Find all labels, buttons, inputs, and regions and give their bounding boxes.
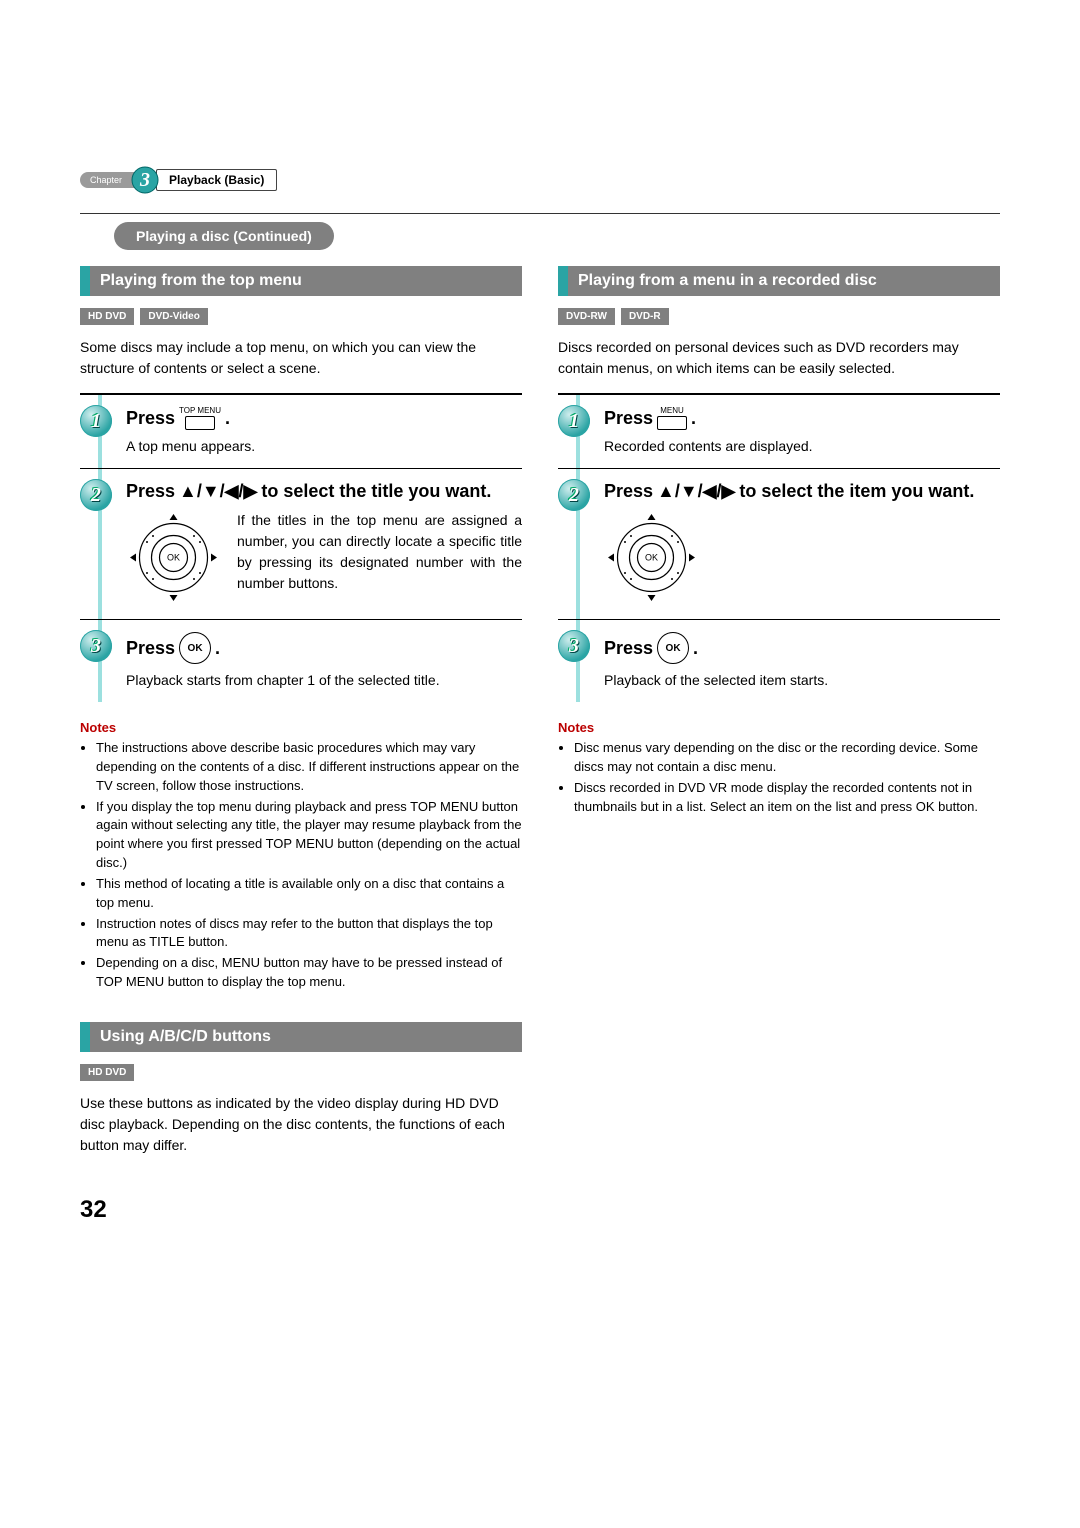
chapter-label: Chapter bbox=[80, 172, 136, 188]
notes-heading: Notes bbox=[558, 720, 1000, 735]
note-item: Disc menus vary depending on the disc or… bbox=[574, 739, 1000, 777]
dpad-icon: OK bbox=[126, 510, 221, 605]
intro-text: Use these buttons as indicated by the vi… bbox=[80, 1093, 522, 1156]
step-3: 3 Press OK . Playback starts from chapte… bbox=[80, 620, 522, 702]
notes-heading: Notes bbox=[80, 720, 522, 735]
step-number-icon: 3 bbox=[558, 630, 590, 662]
chapter-title: Playback (Basic) bbox=[156, 169, 277, 191]
svg-text:3: 3 bbox=[139, 169, 150, 191]
section-heading: Using A/B/C/D buttons bbox=[80, 1022, 522, 1052]
step-subtext: Playback starts from chapter 1 of the se… bbox=[126, 672, 522, 688]
heading-text: Playing from the top menu bbox=[90, 266, 522, 296]
badge-hd-dvd: HD DVD bbox=[80, 308, 134, 325]
step-instruction: Press TOP MENU . bbox=[126, 407, 522, 430]
manual-page: Chapter 3 Playback (Basic) Playing a dis… bbox=[0, 0, 1080, 1284]
badge-dvd-rw: DVD-RW bbox=[558, 308, 615, 325]
svg-text:OK: OK bbox=[645, 553, 658, 563]
note-item: The instructions above describe basic pr… bbox=[96, 739, 522, 796]
badge-dvd-r: DVD-R bbox=[621, 308, 669, 325]
step-number-icon: 1 bbox=[558, 405, 590, 437]
svg-text:OK: OK bbox=[167, 553, 180, 563]
step-number-icon: 1 bbox=[80, 405, 112, 437]
steps-list: 1 Press TOP MENU . A top menu appears. bbox=[80, 393, 522, 702]
format-badges: HD DVD DVD-Video bbox=[80, 308, 522, 325]
step-instruction: Press OK . bbox=[604, 632, 1000, 664]
intro-text: Discs recorded on personal devices such … bbox=[558, 337, 1000, 379]
section-heading: Playing from the top menu bbox=[80, 266, 522, 296]
badge-hd-dvd: HD DVD bbox=[80, 1064, 134, 1081]
note-item: Discs recorded in DVD VR mode display th… bbox=[574, 779, 1000, 817]
step-1: 1 Press MENU . Recorded contents are dis… bbox=[558, 395, 1000, 469]
note-item: This method of locating a title is avail… bbox=[96, 875, 522, 913]
note-item: Instruction notes of discs may refer to … bbox=[96, 915, 522, 953]
heading-text: Using A/B/C/D buttons bbox=[90, 1022, 522, 1052]
top-menu-button-icon: TOP MENU bbox=[179, 407, 221, 430]
left-column: Playing from the top menu HD DVD DVD-Vid… bbox=[80, 266, 522, 1224]
step-3: 3 Press OK . Playback of the selected it… bbox=[558, 620, 1000, 702]
note-item: If you display the top menu during playb… bbox=[96, 798, 522, 873]
step-number-icon: 2 bbox=[80, 479, 112, 511]
step-instruction: Press OK . bbox=[126, 632, 522, 664]
dpad-icon: OK bbox=[604, 510, 699, 605]
ok-button-icon: OK bbox=[657, 632, 689, 664]
step-2: 2 Press ▲/▼/◀/▶ to select the title you … bbox=[80, 469, 522, 620]
notes-list: The instructions above describe basic pr… bbox=[80, 739, 522, 992]
format-badges: HD DVD bbox=[80, 1064, 522, 1081]
step-subtext: Playback of the selected item starts. bbox=[604, 672, 1000, 688]
steps-list: 1 Press MENU . Recorded contents are dis… bbox=[558, 393, 1000, 702]
step-number-icon: 2 bbox=[558, 479, 590, 511]
menu-button-icon: MENU bbox=[657, 407, 687, 430]
step-2: 2 Press ▲/▼/◀/▶ to select the item you w… bbox=[558, 469, 1000, 620]
divider bbox=[80, 213, 1000, 214]
notes-list: Disc menus vary depending on the disc or… bbox=[558, 739, 1000, 816]
chapter-number-icon: 3 bbox=[130, 165, 160, 195]
section-heading: Playing from a menu in a recorded disc bbox=[558, 266, 1000, 296]
note-item: Depending on a disc, MENU button may hav… bbox=[96, 954, 522, 992]
right-column: Playing from a menu in a recorded disc D… bbox=[558, 266, 1000, 1224]
step-instruction: Press MENU . bbox=[604, 407, 1000, 430]
step-subtext: A top menu appears. bbox=[126, 438, 522, 454]
badge-dvd-video: DVD-Video bbox=[140, 308, 208, 325]
page-number: 32 bbox=[80, 1196, 522, 1224]
step-subtext: Recorded contents are displayed. bbox=[604, 438, 1000, 454]
step-instruction: Press ▲/▼/◀/▶ to select the title you wa… bbox=[126, 481, 522, 502]
intro-text: Some discs may include a top menu, on wh… bbox=[80, 337, 522, 379]
step-instruction: Press ▲/▼/◀/▶ to select the item you wan… bbox=[604, 481, 1000, 502]
format-badges: DVD-RW DVD-R bbox=[558, 308, 1000, 325]
step-1: 1 Press TOP MENU . A top menu appears. bbox=[80, 395, 522, 469]
step-number-icon: 3 bbox=[80, 630, 112, 662]
step-side-text: If the titles in the top menu are assign… bbox=[237, 510, 522, 605]
heading-text: Playing from a menu in a recorded disc bbox=[568, 266, 1000, 296]
ok-button-icon: OK bbox=[179, 632, 211, 664]
chapter-bar: Chapter 3 Playback (Basic) bbox=[80, 165, 1000, 195]
continuation-tab: Playing a disc (Continued) bbox=[114, 222, 334, 250]
